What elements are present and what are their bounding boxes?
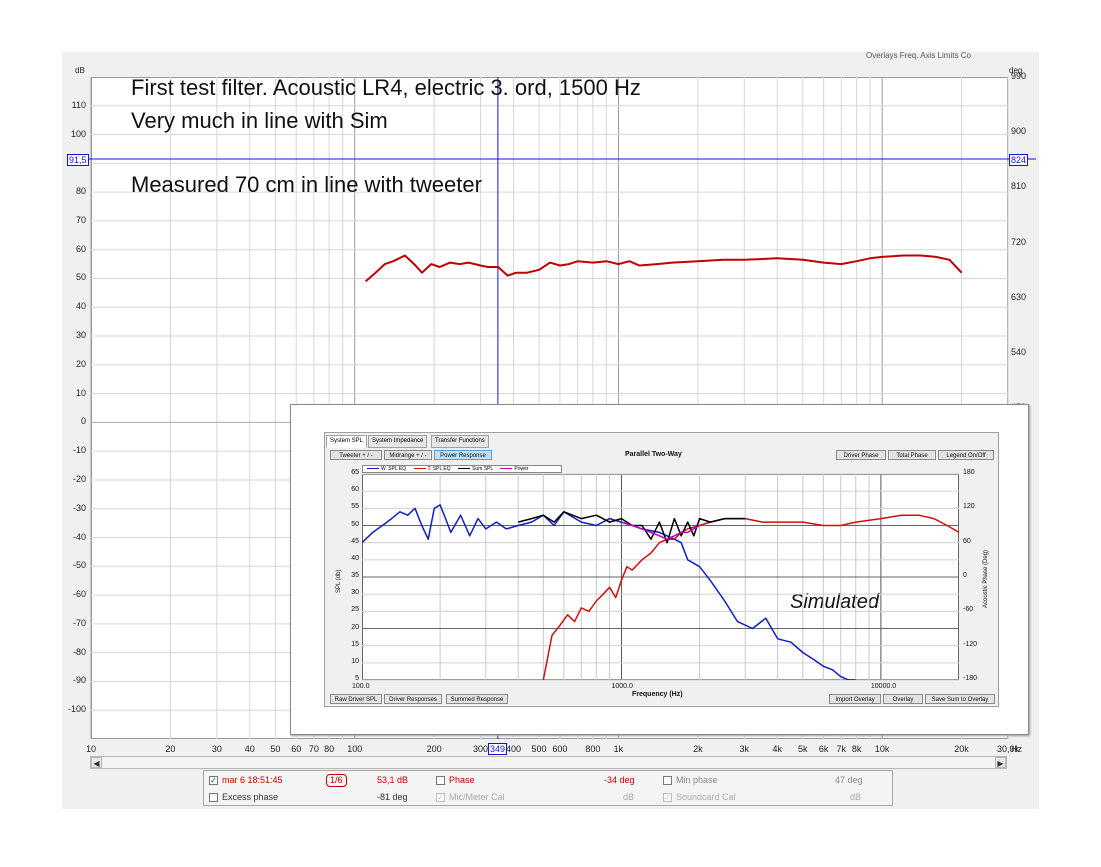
min-phase-label: Min phase	[676, 775, 718, 785]
x-tick-label: 20k	[954, 744, 969, 754]
sim-trace-w-spl-eq	[362, 504, 856, 680]
x-tick-label: 10	[85, 744, 96, 754]
horizontal-scrollbar[interactable]: ◀ ▶	[90, 756, 1007, 769]
min-phase-value: 47 deg	[835, 775, 863, 785]
measurement-name: mar 6 18:51:45	[222, 775, 283, 785]
x-tick-label: 30,0k	[996, 744, 1020, 754]
left-tick-label: 100	[70, 128, 86, 139]
left-tick-label: -30	[72, 502, 86, 513]
sim-trace-sum-spl	[518, 511, 746, 544]
sim-trace-t-spl-eq	[542, 514, 959, 680]
left-tick-label: -20	[72, 473, 86, 484]
scroll-left-icon[interactable]: ◀	[91, 757, 102, 768]
x-tick-label: 2k	[693, 744, 703, 754]
excess-phase-checkbox[interactable]	[209, 793, 218, 802]
left-tick-label: 0	[80, 416, 86, 427]
left-tick-label: 20	[75, 358, 86, 369]
min-phase-checkbox[interactable]	[663, 776, 672, 785]
x-tick-label: 200	[426, 744, 442, 754]
smoothing-badge[interactable]: 1/6	[326, 774, 347, 787]
soundcard-cal-label: Soundcard Cal	[676, 792, 736, 802]
measurement-legend-panel: ✓ mar 6 18:51:45 1/6 53,1 dB Phase -34 d…	[203, 770, 893, 806]
phase-label: Phase	[449, 775, 475, 785]
excess-phase-value: -81 deg	[377, 792, 408, 802]
sim-grid	[362, 473, 959, 681]
mic-cal-checkbox[interactable]: ✓	[436, 793, 445, 802]
measurement-checkbox[interactable]: ✓	[209, 776, 218, 785]
x-tick-label: 20	[165, 744, 176, 754]
left-tick-label: 10	[75, 387, 86, 398]
left-tick-label: -80	[72, 646, 86, 657]
left-tick-label: 30	[75, 330, 86, 341]
left-tick-label: -50	[72, 560, 86, 571]
right-tick-label: 810	[1011, 181, 1027, 192]
measurement-trace	[364, 254, 963, 283]
left-tick-label: 80	[75, 186, 86, 197]
x-tick-label: 30	[211, 744, 222, 754]
simulation-window: System SPL System Impedance Transfer Fun…	[324, 432, 999, 707]
left-tick-label: -10	[72, 445, 86, 456]
left-tick-label: 50	[75, 272, 86, 283]
cursor-y2-readout[interactable]: 824	[1009, 154, 1029, 166]
left-tick-label: 110	[71, 99, 86, 110]
left-tick-label: -60	[72, 589, 86, 600]
annotation-line-3: Measured 70 cm in line with tweeter	[131, 172, 482, 197]
x-tick-label: 600	[552, 744, 568, 754]
sim-graph-svg	[362, 473, 959, 681]
x-tick-label: 3k	[739, 744, 750, 754]
left-tick-label: 40	[75, 301, 86, 312]
soundcard-cal-unit: dB	[850, 792, 862, 802]
left-tick-label: 70	[75, 214, 86, 225]
spl-value: 53,1 dB	[377, 775, 409, 785]
left-axis-unit: dB	[75, 66, 85, 75]
right-tick-label: 630	[1011, 291, 1027, 302]
scroll-right-icon[interactable]: ▶	[995, 757, 1006, 768]
left-tick-label: -90	[72, 675, 86, 686]
right-tick-label: 540	[1011, 346, 1027, 357]
excess-phase-label: Excess phase	[222, 792, 279, 802]
phase-value: -34 deg	[604, 775, 635, 785]
right-tick-label: 900	[1011, 126, 1027, 137]
right-tick-label: 720	[1011, 236, 1027, 247]
x-tick-label: 10k	[874, 744, 890, 754]
annotation-line-2: Very much in line with Sim	[131, 108, 388, 133]
left-tick-label: -70	[72, 617, 86, 628]
x-tick-label: 100	[347, 744, 363, 754]
left-tick-label: -40	[72, 531, 86, 542]
cursor-y-readout[interactable]: 91,5	[67, 154, 89, 166]
x-tick-label: 1k	[613, 744, 624, 754]
right-tick-label: 990	[1011, 71, 1027, 81]
soundcard-cal-checkbox[interactable]: ✓	[663, 793, 672, 802]
mic-cal-unit: dB	[623, 792, 635, 802]
left-tick-label: 60	[75, 243, 86, 254]
mic-cal-label: Mic/Meter Cal	[449, 792, 505, 802]
cursor-x-readout[interactable]: 349	[488, 743, 508, 755]
left-tick-label: -100	[67, 704, 86, 715]
phase-checkbox[interactable]	[436, 776, 445, 785]
annotation-line-1: First test filter. Acoustic LR4, electri…	[131, 75, 641, 100]
